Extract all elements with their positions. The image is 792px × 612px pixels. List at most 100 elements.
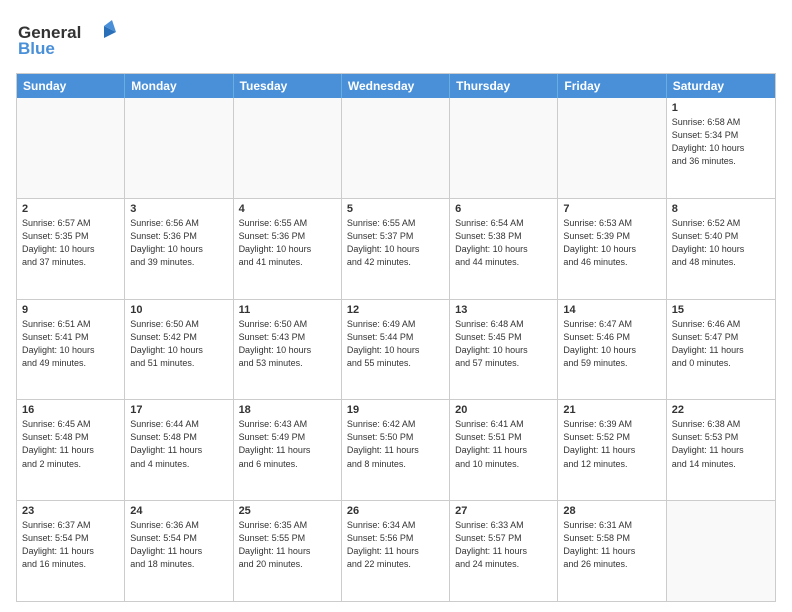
calendar-cell: 6Sunrise: 6:54 AM Sunset: 5:38 PM Daylig… [450, 199, 558, 299]
calendar-cell: 2 Sunrise: 6:57 AM Sunset: 5:35 PM Daylig… [17, 199, 125, 299]
day-info: Sunrise: 6:58 AM Sunset: 5:34 PM Dayligh… [672, 116, 770, 168]
day-number: 25 [239, 505, 336, 517]
calendar-cell: 9 Sunrise: 6:51 AM Sunset: 5:41 PM Daylig… [17, 300, 125, 400]
header: General Blue [16, 16, 776, 63]
day-info: Sunrise: 6:35 AM Sunset: 5:55 PM Dayligh… [239, 519, 336, 571]
day-info: Sunrise: 6:46 AM Sunset: 5:47 PM Dayligh… [672, 318, 770, 370]
header-day-wednesday: Wednesday [342, 74, 450, 98]
calendar-week-4: 23Sunrise: 6:37 AM Sunset: 5:54 PM Dayli… [17, 500, 775, 601]
header-day-saturday: Saturday [667, 74, 775, 98]
header-day-friday: Friday [558, 74, 666, 98]
calendar-cell [667, 501, 775, 601]
day-number: 13 [455, 304, 552, 316]
day-info: Sunrise: 6:41 AM Sunset: 5:51 PM Dayligh… [455, 418, 552, 470]
day-number: 1 [672, 102, 770, 114]
calendar-week-2: 9 Sunrise: 6:51 AM Sunset: 5:41 PM Daylig… [17, 299, 775, 400]
calendar-cell: 22 Sunrise: 6:38 AM Sunset: 5:53 PM Dayli… [667, 400, 775, 500]
day-number: 26 [347, 505, 444, 517]
calendar-cell: 16 Sunrise: 6:45 AM Sunset: 5:48 PM Dayli… [17, 400, 125, 500]
day-info: Sunrise: 6:42 AM Sunset: 5:50 PM Dayligh… [347, 418, 444, 470]
calendar-cell: 17Sunrise: 6:44 AM Sunset: 5:48 PM Dayli… [125, 400, 233, 500]
calendar-cell: 25 Sunrise: 6:35 AM Sunset: 5:55 PM Dayli… [234, 501, 342, 601]
calendar-cell [125, 98, 233, 198]
day-number: 16 [22, 404, 119, 416]
day-info: Sunrise: 6:47 AM Sunset: 5:46 PM Dayligh… [563, 318, 660, 370]
day-info: Sunrise: 6:54 AM Sunset: 5:38 PM Dayligh… [455, 217, 552, 269]
calendar-cell: 7 Sunrise: 6:53 AM Sunset: 5:39 PM Daylig… [558, 199, 666, 299]
calendar-cell: 1 Sunrise: 6:58 AM Sunset: 5:34 PM Daylig… [667, 98, 775, 198]
calendar-cell: 27Sunrise: 6:33 AM Sunset: 5:57 PM Dayli… [450, 501, 558, 601]
calendar-cell: 26 Sunrise: 6:34 AM Sunset: 5:56 PM Dayli… [342, 501, 450, 601]
logo: General Blue [16, 16, 126, 63]
day-info: Sunrise: 6:50 AM Sunset: 5:42 PM Dayligh… [130, 318, 227, 370]
calendar-cell [342, 98, 450, 198]
calendar-cell: 11 Sunrise: 6:50 AM Sunset: 5:43 PM Dayli… [234, 300, 342, 400]
day-info: Sunrise: 6:39 AM Sunset: 5:52 PM Dayligh… [563, 418, 660, 470]
calendar-cell: 12 Sunrise: 6:49 AM Sunset: 5:44 PM Dayli… [342, 300, 450, 400]
day-number: 24 [130, 505, 227, 517]
day-number: 9 [22, 304, 119, 316]
calendar-week-1: 2 Sunrise: 6:57 AM Sunset: 5:35 PM Daylig… [17, 198, 775, 299]
day-number: 22 [672, 404, 770, 416]
calendar-cell [17, 98, 125, 198]
day-number: 3 [130, 203, 227, 215]
day-info: Sunrise: 6:43 AM Sunset: 5:49 PM Dayligh… [239, 418, 336, 470]
day-info: Sunrise: 6:55 AM Sunset: 5:37 PM Dayligh… [347, 217, 444, 269]
day-number: 10 [130, 304, 227, 316]
day-number: 11 [239, 304, 336, 316]
calendar-cell: 24 Sunrise: 6:36 AM Sunset: 5:54 PM Dayli… [125, 501, 233, 601]
calendar: SundayMondayTuesdayWednesdayThursdayFrid… [16, 73, 776, 602]
day-info: Sunrise: 6:55 AM Sunset: 5:36 PM Dayligh… [239, 217, 336, 269]
header-day-monday: Monday [125, 74, 233, 98]
day-number: 20 [455, 404, 552, 416]
header-day-thursday: Thursday [450, 74, 558, 98]
day-info: Sunrise: 6:34 AM Sunset: 5:56 PM Dayligh… [347, 519, 444, 571]
header-day-sunday: Sunday [17, 74, 125, 98]
day-info: Sunrise: 6:45 AM Sunset: 5:48 PM Dayligh… [22, 418, 119, 470]
day-info: Sunrise: 6:51 AM Sunset: 5:41 PM Dayligh… [22, 318, 119, 370]
svg-text:Blue: Blue [18, 39, 55, 58]
day-info: Sunrise: 6:36 AM Sunset: 5:54 PM Dayligh… [130, 519, 227, 571]
day-number: 15 [672, 304, 770, 316]
calendar-cell: 28Sunrise: 6:31 AM Sunset: 5:58 PM Dayli… [558, 501, 666, 601]
header-day-tuesday: Tuesday [234, 74, 342, 98]
calendar-cell: 13 Sunrise: 6:48 AM Sunset: 5:45 PM Dayli… [450, 300, 558, 400]
day-info: Sunrise: 6:48 AM Sunset: 5:45 PM Dayligh… [455, 318, 552, 370]
day-info: Sunrise: 6:57 AM Sunset: 5:35 PM Dayligh… [22, 217, 119, 269]
calendar-cell [558, 98, 666, 198]
calendar-week-0: 1 Sunrise: 6:58 AM Sunset: 5:34 PM Daylig… [17, 98, 775, 198]
day-number: 12 [347, 304, 444, 316]
calendar-cell: 21Sunrise: 6:39 AM Sunset: 5:52 PM Dayli… [558, 400, 666, 500]
day-number: 7 [563, 203, 660, 215]
page: General Blue SundayMondayTuesdayWednesda… [0, 0, 792, 612]
day-number: 14 [563, 304, 660, 316]
calendar-cell: 5 Sunrise: 6:55 AM Sunset: 5:37 PM Daylig… [342, 199, 450, 299]
calendar-cell: 23Sunrise: 6:37 AM Sunset: 5:54 PM Dayli… [17, 501, 125, 601]
calendar-cell: 3Sunrise: 6:56 AM Sunset: 5:36 PM Daylig… [125, 199, 233, 299]
day-number: 4 [239, 203, 336, 215]
day-info: Sunrise: 6:52 AM Sunset: 5:40 PM Dayligh… [672, 217, 770, 269]
day-info: Sunrise: 6:49 AM Sunset: 5:44 PM Dayligh… [347, 318, 444, 370]
calendar-cell [234, 98, 342, 198]
day-number: 18 [239, 404, 336, 416]
calendar-cell: 15 Sunrise: 6:46 AM Sunset: 5:47 PM Dayli… [667, 300, 775, 400]
day-number: 2 [22, 203, 119, 215]
calendar-body: 1 Sunrise: 6:58 AM Sunset: 5:34 PM Daylig… [17, 98, 775, 601]
day-number: 17 [130, 404, 227, 416]
day-number: 5 [347, 203, 444, 215]
day-number: 27 [455, 505, 552, 517]
logo-icon: General Blue [16, 16, 126, 58]
calendar-cell: 4 Sunrise: 6:55 AM Sunset: 5:36 PM Daylig… [234, 199, 342, 299]
calendar-cell: 8 Sunrise: 6:52 AM Sunset: 5:40 PM Daylig… [667, 199, 775, 299]
day-info: Sunrise: 6:53 AM Sunset: 5:39 PM Dayligh… [563, 217, 660, 269]
calendar-cell [450, 98, 558, 198]
day-info: Sunrise: 6:50 AM Sunset: 5:43 PM Dayligh… [239, 318, 336, 370]
day-number: 19 [347, 404, 444, 416]
calendar-week-3: 16 Sunrise: 6:45 AM Sunset: 5:48 PM Dayli… [17, 399, 775, 500]
day-number: 8 [672, 203, 770, 215]
day-info: Sunrise: 6:31 AM Sunset: 5:58 PM Dayligh… [563, 519, 660, 571]
day-info: Sunrise: 6:38 AM Sunset: 5:53 PM Dayligh… [672, 418, 770, 470]
calendar-cell: 18 Sunrise: 6:43 AM Sunset: 5:49 PM Dayli… [234, 400, 342, 500]
calendar-cell: 14 Sunrise: 6:47 AM Sunset: 5:46 PM Dayli… [558, 300, 666, 400]
calendar-header: SundayMondayTuesdayWednesdayThursdayFrid… [17, 74, 775, 98]
